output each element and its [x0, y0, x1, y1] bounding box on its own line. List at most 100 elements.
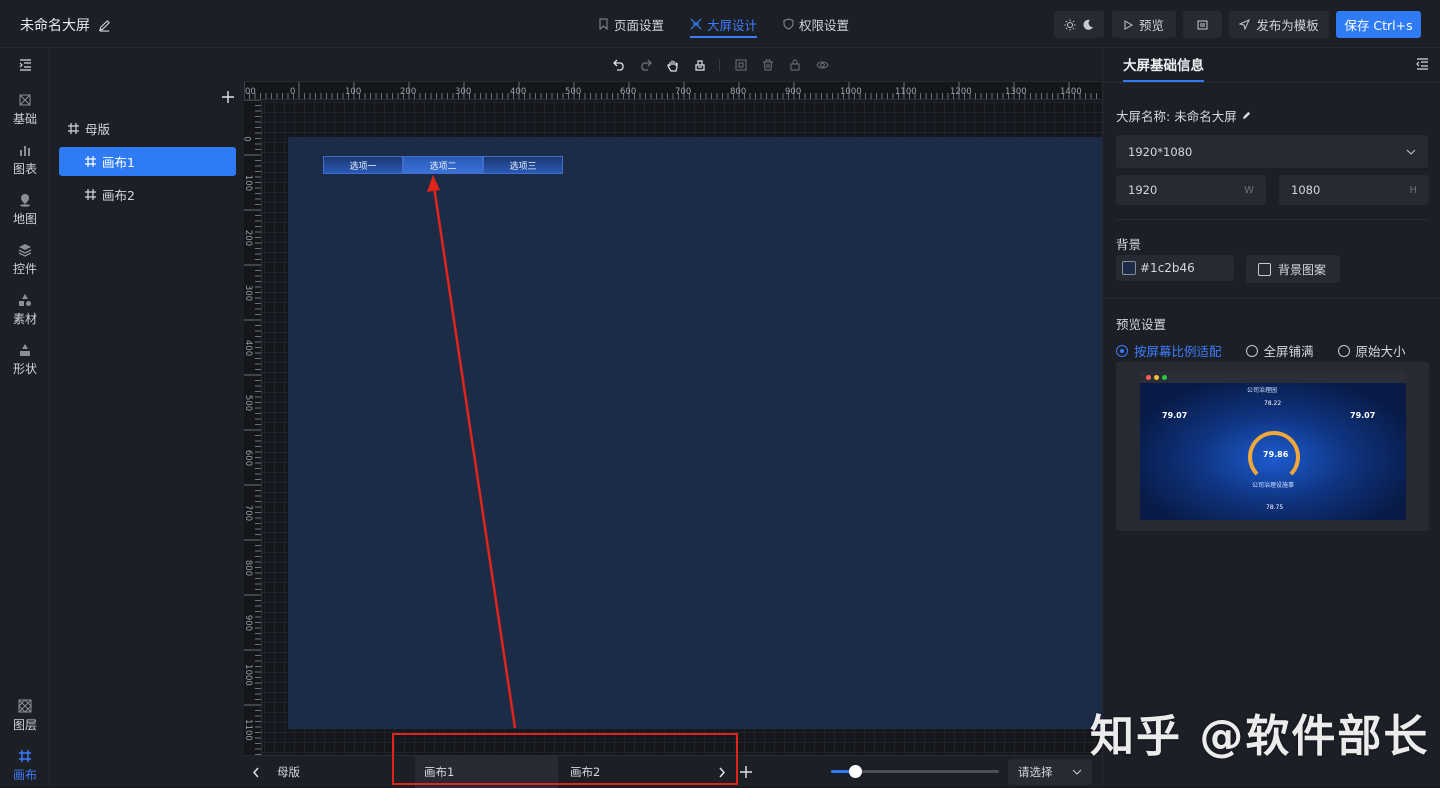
- thumb-gauge-value: 79.86: [1263, 450, 1289, 459]
- height-input[interactable]: 1080 H: [1279, 175, 1429, 205]
- horizontal-ruler: 00 0 100 200 300 400 500 600 700 800 900…: [244, 82, 1102, 100]
- canvas-list-panel: 母版 画布1 画布2: [50, 48, 244, 787]
- radio-fit-screen[interactable]: 按屏幕比例适配: [1116, 341, 1222, 360]
- thumb-title: 公司治理园: [1247, 387, 1278, 394]
- vertical-ruler-ticks: [244, 100, 261, 755]
- ruler-tick-label: 1100: [895, 87, 917, 97]
- group-icon[interactable]: [733, 57, 749, 73]
- screen-name-label: 大屏名称:: [1116, 109, 1171, 124]
- nav-control[interactable]: 控件: [0, 243, 50, 277]
- radio-label: 全屏铺满: [1263, 344, 1314, 359]
- background-pattern-button[interactable]: 背景图案: [1246, 255, 1340, 283]
- nav-material[interactable]: 素材: [0, 293, 50, 327]
- eye-icon[interactable]: [814, 57, 830, 73]
- collapse-right-icon[interactable]: [1416, 58, 1429, 70]
- ruler-tick-label: 400: [244, 339, 254, 357]
- vertical-ruler: 0 100 200 300 400 500 600 700 800 900 10…: [244, 100, 262, 755]
- radio-original-size[interactable]: 原始大小: [1337, 341, 1406, 360]
- zoom-select-value: 请选择: [1018, 765, 1053, 779]
- bottom-tab-master[interactable]: 母版: [277, 756, 300, 788]
- nav-chart[interactable]: 图表: [0, 143, 50, 177]
- preview-button[interactable]: 预览: [1112, 11, 1176, 38]
- radio-dot[interactable]: [1245, 344, 1258, 357]
- theme-toggle[interactable]: [1054, 11, 1104, 38]
- segment-option-1[interactable]: 选项一: [323, 156, 403, 174]
- tab-screen-design[interactable]: 大屏设计: [690, 0, 758, 48]
- thumb-value: 78.75: [1266, 504, 1284, 511]
- top-bar: 未命名大屏 页面设置 大屏设计 权限设置 预览 发布为模板 保存 Ctrl+s: [0, 0, 1440, 48]
- moon-icon[interactable]: [1082, 19, 1094, 31]
- segmented-tabs-widget[interactable]: 选项一 选项二 选项三: [323, 156, 563, 174]
- chevron-down-icon: [1406, 149, 1416, 155]
- hand-icon[interactable]: [665, 57, 681, 73]
- ruler-tick-label: 800: [244, 559, 254, 577]
- nav-control-label: 控件: [12, 262, 37, 276]
- ruler-tick-label: 200: [244, 229, 254, 247]
- add-icon[interactable]: [222, 91, 234, 103]
- tab-page-settings[interactable]: 页面设置: [598, 0, 664, 48]
- layer-item-canvas1[interactable]: 画布1: [59, 147, 236, 176]
- brush-icon[interactable]: [692, 57, 708, 73]
- tab-permission-settings[interactable]: 权限设置: [783, 0, 849, 48]
- zoom-select[interactable]: 请选择: [1008, 759, 1092, 785]
- pencil-icon[interactable]: [98, 19, 111, 32]
- ruler-tick-label: 1000: [244, 664, 253, 686]
- screen-title: 未命名大屏: [20, 15, 111, 35]
- ruler-tick-label: 600: [620, 87, 637, 97]
- thumbnail-dashboard: 公司治理园 79.07 78.22 79.07 79.86 公司治理设施事 78…: [1140, 383, 1406, 520]
- menu-button[interactable]: [1183, 11, 1222, 38]
- edit-pencil-icon[interactable]: [1241, 110, 1252, 121]
- section-divider: [1103, 298, 1440, 299]
- add-canvas-icon[interactable]: [740, 756, 752, 788]
- lock-icon[interactable]: [787, 57, 803, 73]
- ruler-tick-label: 200: [400, 87, 417, 97]
- ruler-tick-label: 0: [290, 87, 296, 97]
- prev-arrow-icon[interactable]: [252, 756, 260, 788]
- radio-dot[interactable]: [1116, 344, 1128, 357]
- radio-full-screen[interactable]: 全屏铺满: [1245, 341, 1314, 360]
- sun-icon[interactable]: [1064, 19, 1076, 31]
- layer-item-master[interactable]: 母版: [59, 114, 236, 143]
- nav-shape-label: 形状: [12, 362, 37, 376]
- preview-mode-radio-group: 按屏幕比例适配 全屏铺满 原始大小: [1116, 341, 1430, 360]
- redo-icon[interactable]: [637, 57, 653, 73]
- nav-shape[interactable]: 形状: [0, 343, 50, 377]
- preview-thumbnail: 公司治理园 79.07 78.22 79.07 79.86 公司治理设施事 78…: [1140, 371, 1406, 520]
- delete-icon[interactable]: [760, 57, 776, 73]
- ruler-tick-label: 300: [455, 87, 472, 97]
- layer-item-canvas2[interactable]: 画布2: [59, 180, 236, 209]
- ruler-tick-label: 700: [244, 504, 254, 522]
- ruler-tick-label: 0: [244, 136, 252, 141]
- ruler-tick-label: 100: [345, 87, 362, 97]
- save-button-label: 保存 Ctrl+s: [1344, 18, 1413, 33]
- panel-title: 大屏基础信息: [1123, 48, 1204, 82]
- design-canvas[interactable]: [288, 137, 1102, 729]
- save-button[interactable]: 保存 Ctrl+s: [1336, 11, 1421, 38]
- left-nav: 基础 图表 地图 控件 素材 形状 图层 画布: [0, 48, 50, 787]
- checkbox-icon[interactable]: [1258, 262, 1271, 276]
- toolbar-divider: [719, 59, 720, 71]
- width-input[interactable]: 1920 W: [1116, 175, 1266, 205]
- color-swatch[interactable]: [1122, 261, 1136, 275]
- segment-option-2[interactable]: 选项二: [403, 156, 483, 174]
- publish-template-button[interactable]: 发布为模板: [1229, 11, 1329, 38]
- height-value: 1080: [1291, 183, 1321, 197]
- watermark-text: 知乎 @软件部长: [1090, 711, 1430, 762]
- nav-canvas[interactable]: 画布: [0, 749, 50, 783]
- nav-basic[interactable]: 基础: [0, 93, 50, 127]
- nav-chart-label: 图表: [12, 162, 37, 176]
- layer-item-label: 画布1: [102, 155, 135, 170]
- thumb-value: 79.07: [1162, 411, 1188, 420]
- segment-option-3[interactable]: 选项三: [483, 156, 563, 174]
- background-color-input[interactable]: #1c2b46: [1116, 255, 1234, 281]
- zoom-slider-track[interactable]: [831, 765, 999, 778]
- layer-item-label: 画布2: [102, 188, 135, 203]
- size-preset-select[interactable]: 1920*1080: [1116, 135, 1428, 168]
- nav-layers[interactable]: 图层: [0, 699, 50, 733]
- play-icon: [1124, 19, 1133, 30]
- radio-dot[interactable]: [1337, 344, 1350, 357]
- zoom-slider-thumb[interactable]: [848, 765, 862, 778]
- collapse-icon[interactable]: [19, 59, 32, 71]
- undo-icon[interactable]: [611, 57, 627, 73]
- nav-map[interactable]: 地图: [0, 193, 50, 227]
